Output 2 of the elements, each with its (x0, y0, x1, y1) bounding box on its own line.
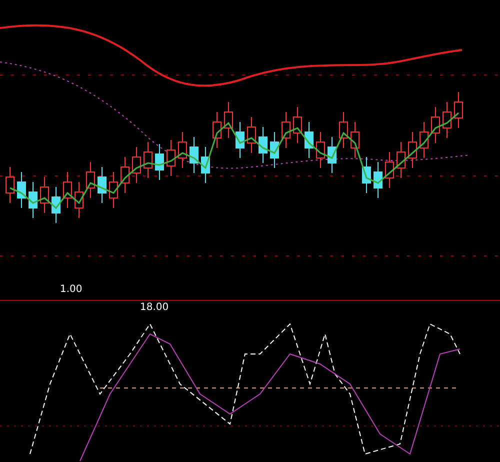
legend-value: 1.00 (60, 283, 82, 297)
legend-value: 18.00 (140, 301, 169, 314)
